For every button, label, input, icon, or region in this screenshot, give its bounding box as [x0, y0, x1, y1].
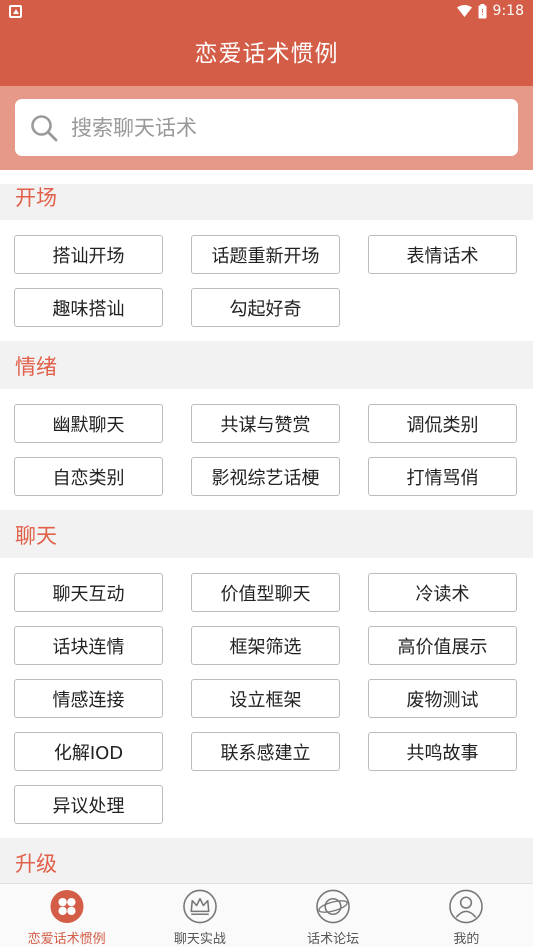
- wifi-icon: [456, 4, 472, 17]
- section-title-chat: 聊天: [0, 510, 533, 558]
- tab-phrase-routines[interactable]: 恋爱话术惯例: [0, 884, 133, 947]
- tag-button[interactable]: 表情话术: [368, 235, 517, 274]
- tag-button[interactable]: 共鸣故事: [368, 732, 517, 771]
- tag-button[interactable]: 高价值展示: [368, 626, 517, 665]
- svg-text:!: !: [480, 8, 483, 17]
- search-bar: [0, 86, 533, 170]
- top-spacer: [0, 170, 533, 184]
- clover-icon: [50, 889, 84, 924]
- tag-button[interactable]: 调侃类别: [368, 404, 517, 443]
- search-input[interactable]: [71, 115, 471, 140]
- tag-button[interactable]: 幽默聊天: [14, 404, 163, 443]
- section-title-emotion: 情绪: [0, 341, 533, 389]
- search-icon: [31, 114, 58, 141]
- tag-button[interactable]: 聊天互动: [14, 573, 163, 612]
- tag-button[interactable]: 勾起好奇: [191, 288, 340, 327]
- tag-button[interactable]: 冷读术: [368, 573, 517, 612]
- tag-button[interactable]: 价值型聊天: [191, 573, 340, 612]
- section-title-upgrade: 升级: [0, 838, 533, 883]
- tag-button[interactable]: 搭讪开场: [14, 235, 163, 274]
- crown-icon: [183, 889, 217, 924]
- planet-icon: [316, 889, 350, 924]
- tag-button[interactable]: 话块连情: [14, 626, 163, 665]
- tag-button[interactable]: 共谋与赞赏: [191, 404, 340, 443]
- status-right: ! 9:18: [456, 3, 524, 19]
- tab-profile[interactable]: 我的: [400, 884, 533, 947]
- section-title-opening: 开场: [0, 184, 533, 220]
- tab-label: 聊天实战: [173, 932, 226, 947]
- tag-button[interactable]: 异议处理: [14, 785, 163, 824]
- tag-button[interactable]: 设立框架: [191, 679, 340, 718]
- tab-forum[interactable]: 话术论坛: [267, 884, 400, 947]
- bottom-tab-bar: 恋爱话术惯例 聊天实战 话术论坛 我的: [0, 883, 533, 947]
- tag-button[interactable]: 自恋类别: [14, 457, 163, 496]
- tag-button[interactable]: 联系感建立: [191, 732, 340, 771]
- tab-label: 恋爱话术惯例: [27, 932, 106, 947]
- tab-label: 我的: [453, 932, 480, 947]
- tab-label: 话术论坛: [307, 932, 360, 947]
- search-box[interactable]: [15, 99, 518, 156]
- battery-icon: !: [478, 3, 487, 18]
- status-time: 9:18: [492, 3, 524, 19]
- tag-button[interactable]: 趣味搭讪: [14, 288, 163, 327]
- tag-grid-opening: 搭讪开场 话题重新开场 表情话术 趣味搭讪 勾起好奇: [0, 220, 533, 341]
- tag-button[interactable]: 影视综艺话梗: [191, 457, 340, 496]
- tag-button[interactable]: 打情骂俏: [368, 457, 517, 496]
- status-bar: ! 9:18: [0, 0, 533, 24]
- profile-icon: [449, 889, 484, 924]
- tag-button[interactable]: 情感连接: [14, 679, 163, 718]
- tag-button[interactable]: 话题重新开场: [191, 235, 340, 274]
- tag-grid-emotion: 幽默聊天 共谋与赞赏 调侃类别 自恋类别 影视综艺话梗 打情骂俏: [0, 389, 533, 510]
- tag-grid-chat: 聊天互动 价值型聊天 冷读术 话块连情 框架筛选 高价值展示 情感连接 设立框架…: [0, 558, 533, 838]
- page-title: 恋爱话术惯例: [0, 24, 533, 86]
- tab-chat-practice[interactable]: 聊天实战: [133, 884, 266, 947]
- tag-button[interactable]: 化解IOD: [14, 732, 163, 771]
- tag-button[interactable]: 框架筛选: [191, 626, 340, 665]
- notification-icon: [9, 5, 22, 18]
- tag-button[interactable]: 废物测试: [368, 679, 517, 718]
- content-list[interactable]: 开场 搭讪开场 话题重新开场 表情话术 趣味搭讪 勾起好奇 情绪 幽默聊天 共谋…: [0, 170, 533, 883]
